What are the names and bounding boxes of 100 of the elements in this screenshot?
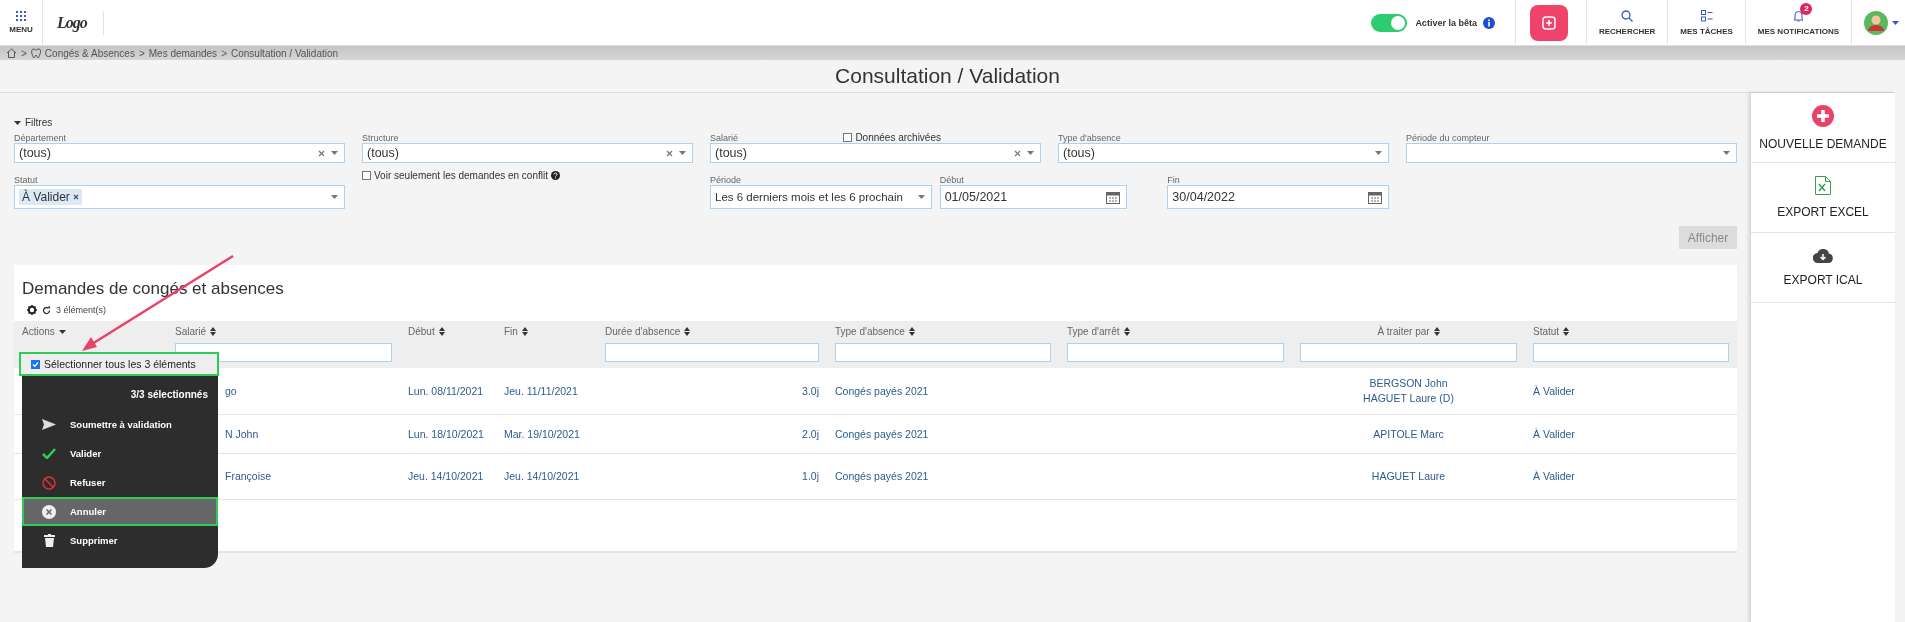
column-header[interactable]: Statut xyxy=(1533,326,1560,337)
help-icon[interactable] xyxy=(551,171,560,180)
status-tag[interactable]: À Valider xyxy=(19,189,82,205)
table-cell: Jeu. 11/11/2021 xyxy=(504,384,578,397)
add-button[interactable] xyxy=(1529,4,1568,41)
sidebar-action[interactable]: EXPORT EXCEL xyxy=(1751,163,1895,233)
select-all-option[interactable]: Sélectionner tous les 3 éléments xyxy=(19,352,219,376)
checkbox[interactable] xyxy=(31,359,40,369)
checkbox[interactable] xyxy=(362,171,371,180)
clear-icon[interactable] xyxy=(318,149,325,157)
sidebar-action[interactable]: EXPORT ICAL xyxy=(1751,233,1895,303)
breadcrumb-separator: > xyxy=(221,47,227,59)
nav-button[interactable]: MES TÂCHES xyxy=(1667,0,1745,46)
column-filter-field[interactable] xyxy=(1533,343,1729,362)
toggle-switch[interactable] xyxy=(1371,13,1408,32)
multi-select-field[interactable]: À Valider xyxy=(14,185,345,209)
beta-label: Activer la bêta xyxy=(1415,17,1477,28)
column-header[interactable]: Durée d'absence xyxy=(605,326,681,337)
table-cell: Lun. 08/11/2021 xyxy=(408,384,484,397)
table-cell: À Valider xyxy=(1533,470,1575,482)
menu-item[interactable]: Refuser xyxy=(22,468,218,497)
sort-icon[interactable] xyxy=(1563,327,1570,336)
menu-item[interactable]: Valider xyxy=(22,439,218,468)
table-cell: Jeu. 14/10/2021 xyxy=(504,470,580,482)
column-header[interactable]: Actions xyxy=(22,326,55,337)
menu-item[interactable]: Annuler xyxy=(22,497,218,526)
table-cell: Congés payés 2021 xyxy=(835,427,929,440)
sort-icon[interactable] xyxy=(210,327,217,336)
sort-icon[interactable] xyxy=(908,327,915,336)
select-field[interactable]: (tous) xyxy=(362,143,693,163)
column-filter-field[interactable] xyxy=(835,343,1051,362)
caret-icon xyxy=(1375,151,1382,155)
avatar[interactable] xyxy=(1864,10,1888,35)
caret-icon xyxy=(1027,151,1034,155)
column-filter-field[interactable] xyxy=(605,343,819,362)
column-header[interactable]: À traiter par xyxy=(1377,326,1430,337)
info-icon[interactable] xyxy=(1482,16,1495,29)
table-cell: Françoise xyxy=(225,470,272,482)
sort-icon[interactable] xyxy=(1433,327,1440,336)
table-cell: go xyxy=(225,384,237,397)
sort-icon[interactable] xyxy=(1123,327,1130,336)
clear-icon[interactable] xyxy=(666,149,673,157)
column-header[interactable]: Début xyxy=(408,326,435,337)
caret-icon[interactable] xyxy=(58,329,66,334)
select-field[interactable] xyxy=(1406,143,1737,163)
select-field[interactable]: (tous) xyxy=(710,143,1041,163)
calendar-icon[interactable] xyxy=(1368,190,1382,204)
calendar-icon[interactable] xyxy=(1106,190,1121,204)
sort-icon[interactable] xyxy=(684,327,691,336)
table-cell: BERGSON John xyxy=(1369,377,1448,389)
gear-icon[interactable] xyxy=(27,305,37,315)
breadcrumb-link[interactable]: Congés & Absences xyxy=(44,47,135,59)
item-count: 3 élément(s) xyxy=(56,305,107,315)
nav-button[interactable]: RECHERCHER xyxy=(1585,0,1668,46)
menu-button[interactable]: MENU xyxy=(0,0,43,46)
clear-icon[interactable] xyxy=(1014,149,1021,157)
breadcrumb-separator: > xyxy=(138,47,145,59)
table-cell: N John xyxy=(225,427,259,440)
column-header[interactable]: Fin xyxy=(504,326,518,337)
breadcrumb-link[interactable]: Consultation / Validation xyxy=(230,47,339,59)
field-label: Département xyxy=(14,133,67,143)
breadcrumb-link[interactable]: Mes demandes xyxy=(148,47,218,59)
refresh-icon[interactable] xyxy=(42,305,51,315)
table-cell: HAGUET Laure (D) xyxy=(1363,392,1454,404)
column-header[interactable]: Salarié xyxy=(175,326,207,337)
table-cell: Jeu. 14/10/2021 xyxy=(408,470,484,482)
column-filter-field[interactable] xyxy=(1300,343,1517,362)
caret-icon xyxy=(331,195,338,199)
logo[interactable]: Logo xyxy=(57,13,87,32)
menu-item[interactable]: Supprimer xyxy=(22,526,218,555)
caret-icon xyxy=(331,151,338,155)
column-header[interactable]: Type d'arrêt xyxy=(1067,326,1120,337)
table-cell: À Valider xyxy=(1533,427,1575,440)
field-label: Salarié xyxy=(710,133,738,143)
table-cell: 2.0j xyxy=(802,427,819,440)
home-icon[interactable] xyxy=(6,48,17,58)
column-header[interactable]: Type d'absence xyxy=(835,326,905,337)
select-field[interactable]: (tous) xyxy=(1058,143,1389,163)
tooth-icon xyxy=(30,48,41,58)
table-cell: 1.0j xyxy=(802,470,819,482)
sort-icon[interactable] xyxy=(438,327,445,336)
sidebar-action[interactable]: NOUVELLE DEMANDE xyxy=(1751,93,1895,163)
sort-icon[interactable] xyxy=(521,327,528,336)
bell-icon xyxy=(1792,9,1804,22)
filters-toggle[interactable]: Filtres xyxy=(14,117,53,128)
select-field[interactable]: Les 6 derniers mois et les 6 prochain xyxy=(710,185,932,209)
table-cell: Congés payés 2021 xyxy=(835,384,929,397)
date-field[interactable]: 30/04/2022 xyxy=(1167,185,1389,209)
remove-icon[interactable] xyxy=(72,194,79,200)
send-icon xyxy=(42,419,56,430)
checkbox[interactable] xyxy=(843,133,853,142)
caret-icon[interactable] xyxy=(1892,20,1899,25)
field-label: Structure xyxy=(362,133,399,143)
field-label: Statut xyxy=(14,175,38,185)
date-field[interactable]: 01/05/2021 xyxy=(939,185,1128,209)
menu-item[interactable]: Soumettre à validation xyxy=(22,410,218,439)
column-filter-field[interactable] xyxy=(1067,343,1284,362)
page-title: Consultation / Validation xyxy=(0,60,1895,93)
breadcrumb-separator: > xyxy=(21,47,27,59)
select-field[interactable]: (tous) xyxy=(14,143,345,163)
